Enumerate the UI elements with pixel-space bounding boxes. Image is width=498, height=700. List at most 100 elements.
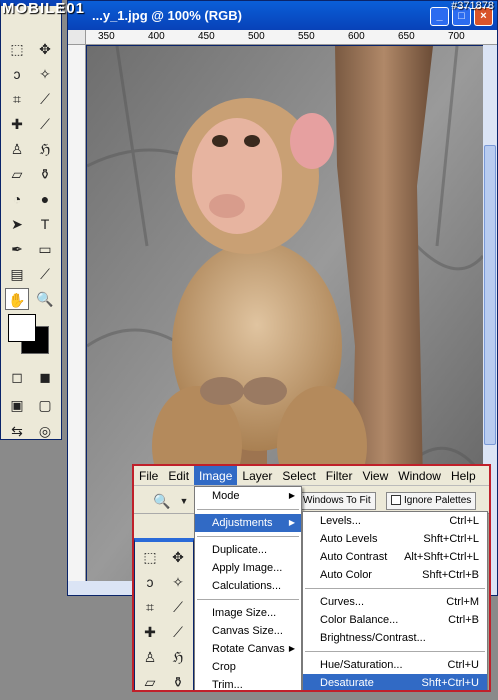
adjustments-item-auto-levels[interactable]: Auto Levels Shft+Ctrl+L: [303, 530, 487, 548]
menu-image[interactable]: Image: [194, 466, 238, 485]
adjustments-item-curves[interactable]: Curves... Ctrl+M: [303, 593, 487, 611]
screen-mode-icon[interactable]: ▣: [5, 394, 29, 416]
marquee-icon[interactable]: ⬚: [138, 546, 162, 568]
ruler-tick-label: 550: [298, 31, 315, 42]
type-icon[interactable]: T: [33, 213, 57, 235]
crop-icon[interactable]: ⌗: [5, 88, 29, 110]
vertical-ruler[interactable]: [68, 45, 86, 581]
full-screen-icon[interactable]: ▢: [33, 394, 57, 416]
image-menu-item-mode[interactable]: Mode ▶: [195, 487, 301, 505]
document-titlebar[interactable]: ...y_1.jpg @ 100% (RGB) _ □ ×: [68, 1, 497, 30]
quick-mask-icon[interactable]: ◼: [33, 366, 57, 388]
menu-filter[interactable]: Filter: [321, 466, 358, 485]
pen-icon[interactable]: ✒: [5, 238, 29, 260]
ruler-tick-label: 400: [148, 31, 165, 42]
eraser-icon[interactable]: ▱: [138, 671, 162, 690]
brush-icon[interactable]: ⟋: [166, 621, 190, 643]
crop-icon[interactable]: ⌗: [138, 596, 162, 618]
lasso-icon[interactable]: ↄ: [5, 63, 29, 85]
image-menu-item-trim[interactable]: Trim...: [195, 676, 301, 690]
eraser-icon[interactable]: ▱: [5, 163, 29, 185]
adjustments-item-hue-saturation[interactable]: Hue/Saturation... Ctrl+U: [303, 656, 487, 674]
slice-icon[interactable]: ⟋: [166, 596, 190, 618]
menu-screenshot-panel: File Edit Image Layer Select Filter View Window…: [132, 464, 491, 692]
ruler-tick-label: 450: [198, 31, 215, 42]
ruler-tick-label: 650: [398, 31, 415, 42]
magic-wand-icon[interactable]: ✧: [166, 571, 190, 593]
image-menu-item-canvas-size[interactable]: Canvas Size...: [195, 622, 301, 640]
menu-edit[interactable]: Edit: [163, 466, 194, 485]
ruler-tick-label: 500: [248, 31, 265, 42]
ignore-palettes-label: Ignore Palettes: [404, 495, 472, 506]
image-menu-item-duplicate[interactable]: Duplicate...: [195, 541, 301, 559]
healing-brush-icon[interactable]: ✚: [138, 621, 162, 643]
menu-window[interactable]: Window: [393, 466, 446, 485]
blur-icon[interactable]: ◔: [5, 188, 29, 210]
adjustments-submenu: Levels... Ctrl+L Auto Levels Shft+Ctrl+L Aut…: [302, 511, 488, 690]
horizontal-ruler[interactable]: 350400450500550600650700750800: [86, 30, 497, 45]
submenu-arrow-icon: ▶: [288, 491, 295, 500]
move-icon[interactable]: ✥: [166, 546, 190, 568]
paint-bucket-icon[interactable]: ⚱: [166, 671, 190, 690]
submenu-arrow-icon: ▶: [288, 644, 295, 653]
foreground-color-swatch[interactable]: [8, 314, 36, 342]
image-menu-item-apply-image[interactable]: Apply Image...: [195, 559, 301, 577]
menu-separator: [197, 599, 299, 600]
healing-brush-icon[interactable]: ✚: [5, 113, 29, 135]
zoom-icon[interactable]: 🔍: [33, 288, 57, 310]
marquee-icon[interactable]: ⬚: [5, 38, 29, 60]
toolbox-palette: ⬚ ✥ ↄ ✧ ⌗ ⟋ ✚ ⟋ ♙ ℌ ▱ ⚱ ◔ ● ➤ T ✒ ▭ ▤ ⟋ ✋ 🔍 ◻ ◼ ▣ ▢ ⇆ ◎: [0, 0, 62, 440]
adjustments-item-auto-color[interactable]: Auto Color Shft+Ctrl+B: [303, 566, 487, 584]
move-icon[interactable]: ✥: [33, 38, 57, 60]
paint-bucket-icon[interactable]: ⚱: [33, 163, 57, 185]
rectangle-icon[interactable]: ▭: [33, 238, 57, 260]
jump-to-imageready-icon[interactable]: ⇆: [5, 420, 29, 442]
image-menu-item-rotate-canvas[interactable]: Rotate Canvas ▶: [195, 640, 301, 658]
ruler-corner[interactable]: [68, 30, 86, 45]
eyedropper-icon[interactable]: ⟋: [33, 263, 57, 285]
menu-view[interactable]: View: [357, 466, 393, 485]
standard-mode-icon[interactable]: ◻: [5, 366, 29, 388]
adjustments-item-auto-contrast[interactable]: Auto Contrast Alt+Shft+Ctrl+L: [303, 548, 487, 566]
history-brush-icon[interactable]: ℌ: [33, 138, 57, 160]
image-menu-item-crop[interactable]: Crop: [195, 658, 301, 676]
menu-separator: [197, 536, 299, 537]
menu-separator: [305, 651, 485, 652]
history-brush-icon[interactable]: ℌ: [166, 646, 190, 668]
image-menu: Mode ▶ Adjustments ▶ Duplicate... Apply Image…: [194, 486, 302, 690]
clone-stamp-icon[interactable]: ♙: [5, 138, 29, 160]
adjustments-item-desaturate[interactable]: Desaturate Shft+Ctrl+U: [303, 674, 487, 690]
menu-select[interactable]: Select: [277, 466, 320, 485]
image-menu-item-calculations[interactable]: Calculations...: [195, 577, 301, 595]
submenu-arrow-icon: ▶: [288, 518, 295, 527]
adjustments-item-brightness-contrast[interactable]: Brightness/Contrast...: [303, 629, 487, 647]
chevron-down-icon[interactable]: ▼: [172, 490, 196, 512]
watermark-logo: MOBILE01: [2, 0, 86, 17]
brush-icon[interactable]: ⟋: [33, 113, 57, 135]
image-menu-item-image-size[interactable]: Image Size...: [195, 604, 301, 622]
menu-layer[interactable]: Layer: [237, 466, 277, 485]
menu-file[interactable]: File: [134, 466, 163, 485]
magic-wand-icon[interactable]: ✧: [33, 63, 57, 85]
dodge-icon[interactable]: ●: [33, 188, 57, 210]
menubar: File Edit Image Layer Select Filter View Window…: [134, 466, 489, 486]
minimize-button[interactable]: _: [430, 7, 449, 26]
ruler-tick-label: 700: [448, 31, 465, 42]
adjustments-item-color-balance[interactable]: Color Balance... Ctrl+B: [303, 611, 487, 629]
menu-separator: [305, 588, 485, 589]
vertical-scroll-thumb[interactable]: [484, 145, 496, 445]
zoom-icon[interactable]: 🔍: [150, 490, 174, 512]
path-select-icon[interactable]: ➤: [5, 213, 29, 235]
notes-icon[interactable]: ▤: [5, 263, 29, 285]
lasso-icon[interactable]: ↄ: [138, 571, 162, 593]
image-menu-item-adjustments[interactable]: Adjustments ▶: [195, 514, 301, 532]
watermark-id: #371878: [451, 0, 494, 12]
slice-icon[interactable]: ⟋: [33, 88, 57, 110]
fit-window-button[interactable]: Windows To Fit: [298, 492, 376, 510]
hand-icon[interactable]: ✋: [5, 288, 29, 310]
clone-stamp-icon[interactable]: ♙: [138, 646, 162, 668]
image-ready-icon[interactable]: ◎: [33, 420, 57, 442]
adjustments-item-levels[interactable]: Levels... Ctrl+L: [303, 512, 487, 530]
menu-help[interactable]: Help: [446, 466, 481, 485]
ignore-palettes-checkbox[interactable]: Ignore Palettes: [386, 492, 477, 510]
